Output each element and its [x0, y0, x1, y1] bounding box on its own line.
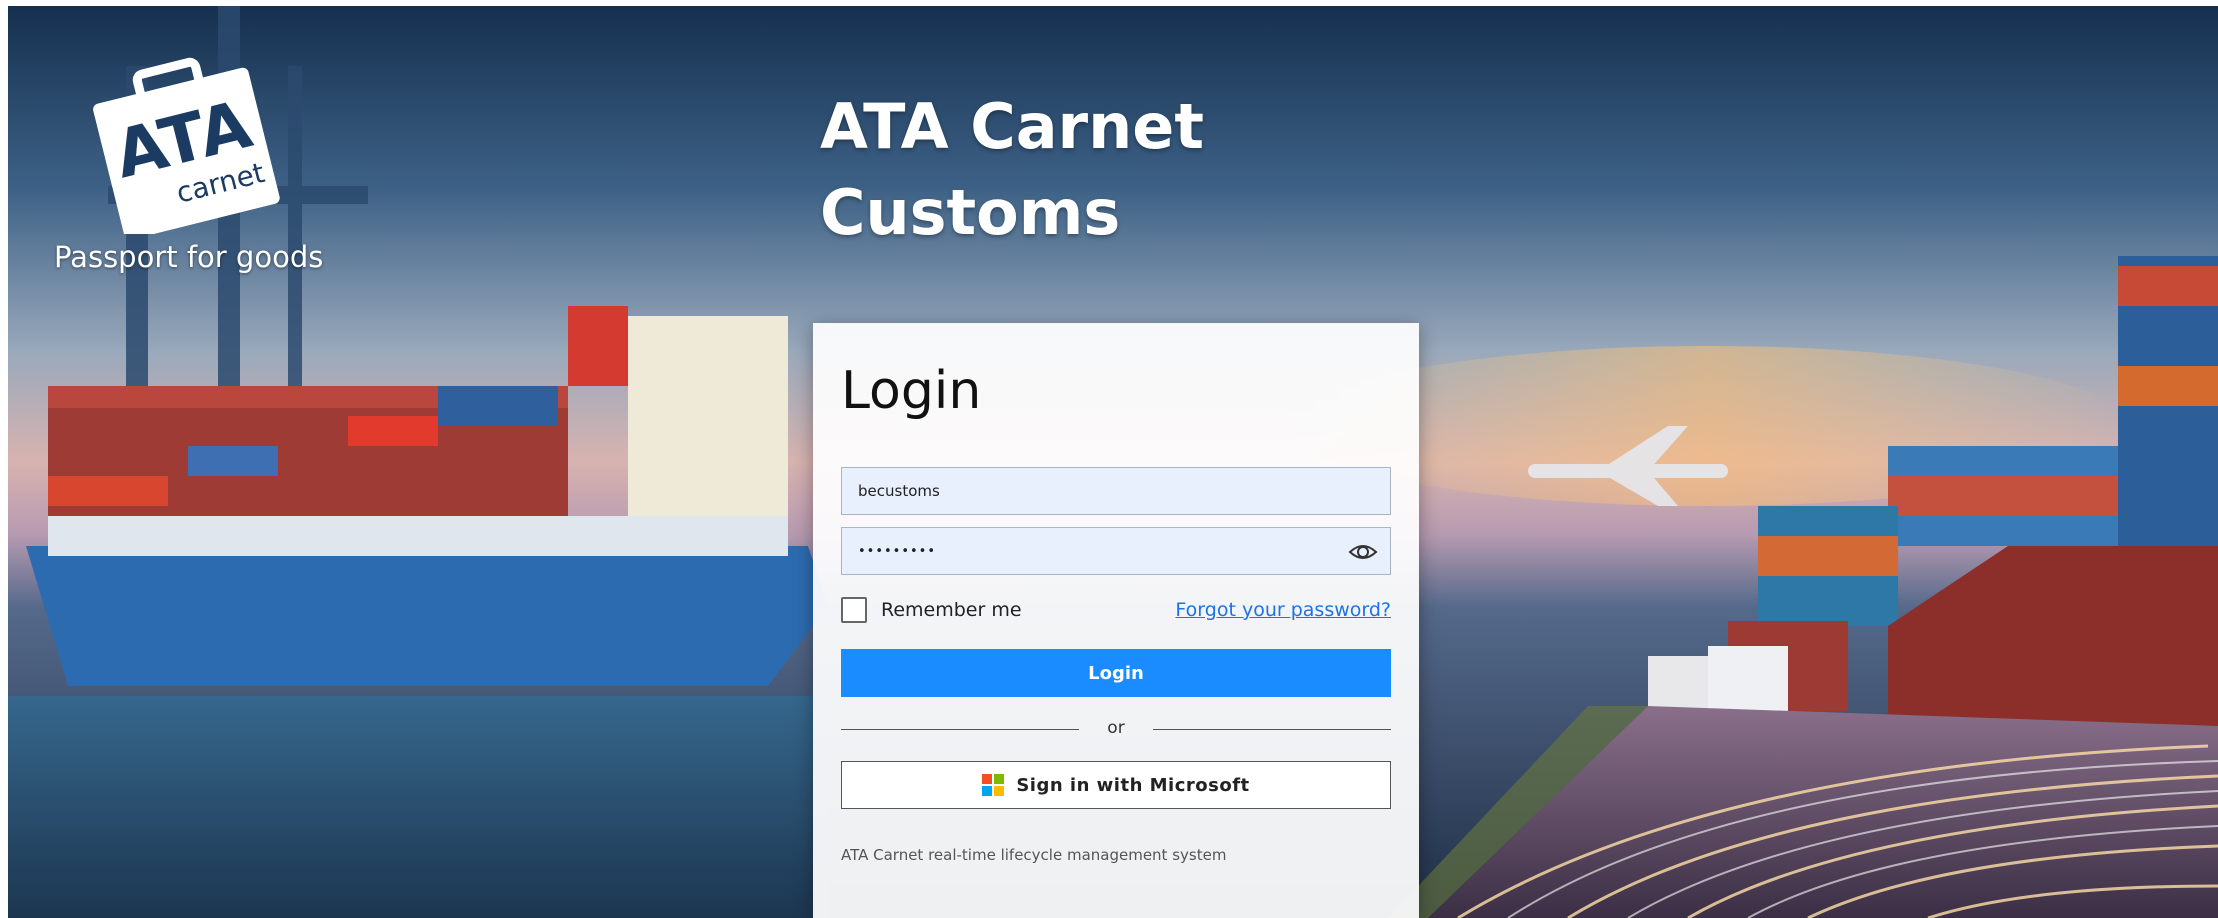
divider-text: or: [1107, 718, 1125, 738]
sign-in-with-microsoft-button[interactable]: Sign in with Microsoft: [841, 761, 1391, 809]
system-description: ATA Carnet real-time lifecycle managemen…: [841, 846, 1227, 864]
forgot-password-link[interactable]: Forgot your password?: [1175, 599, 1391, 621]
ata-carnet-logo: ATA carnet Passport for goods: [54, 54, 324, 284]
eye-icon[interactable]: [1348, 539, 1378, 565]
page-title-line-1: ATA Carnet: [820, 90, 1204, 163]
remember-me-label[interactable]: Remember me: [881, 599, 1022, 621]
username-value: becustoms: [858, 482, 940, 500]
password-value: •••••••••: [858, 543, 937, 559]
or-divider: or: [841, 718, 1391, 742]
remember-row: Remember me Forgot your password?: [841, 595, 1391, 627]
microsoft-button-label: Sign in with Microsoft: [1016, 774, 1250, 796]
login-heading: Login: [841, 361, 982, 421]
brand-tagline: Passport for goods: [54, 240, 324, 274]
login-button[interactable]: Login: [841, 649, 1391, 697]
microsoft-logo-icon: [982, 774, 1005, 796]
page-title: ATA Carnet Customs: [820, 84, 1340, 256]
page-title-line-2: Customs: [820, 176, 1121, 249]
login-card: Login becustoms ••••••••• Remember me Fo…: [813, 323, 1419, 918]
ata-carnet-logo-icon: ATA carnet: [93, 57, 280, 234]
password-input[interactable]: •••••••••: [841, 527, 1391, 575]
remember-me-checkbox[interactable]: [841, 597, 867, 623]
username-input[interactable]: becustoms: [841, 467, 1391, 515]
divider-line-right: [1153, 729, 1391, 730]
